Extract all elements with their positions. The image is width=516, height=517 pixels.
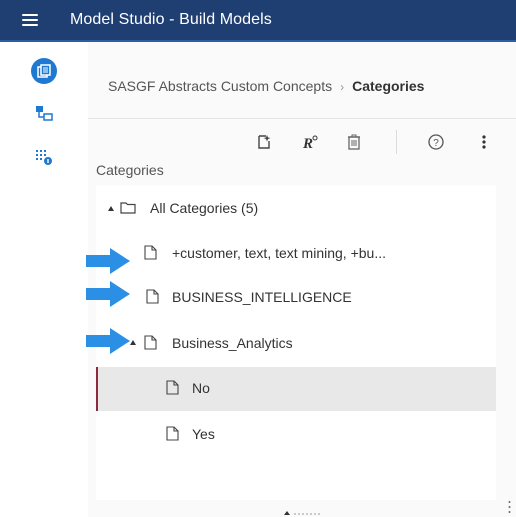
svg-text:R: R (302, 136, 313, 150)
document-icon (144, 335, 157, 350)
breadcrumb-separator: › (340, 80, 345, 94)
resize-handle-icon[interactable] (508, 500, 511, 514)
app-header: Model Studio - Build Models (0, 0, 516, 42)
document-icon (166, 380, 179, 395)
categories-panel-label: Categories (96, 162, 164, 178)
more-options-icon[interactable] (474, 132, 494, 152)
collapse-caret-icon[interactable] (108, 206, 114, 211)
tree-node-customer-text[interactable]: +customer, text, text mining, +bu... (96, 232, 496, 276)
tree-node-yes[interactable]: Yes (96, 413, 496, 457)
insights-nav-icon[interactable] (34, 148, 54, 166)
app-title: Model Studio - Build Models (70, 11, 272, 28)
arrow-annotation-icon (86, 248, 130, 274)
tree-node-business-analytics[interactable]: Business_Analytics (96, 322, 496, 366)
svg-text:?: ? (433, 138, 439, 149)
document-icon (146, 289, 159, 304)
tree-node-label: Business_Analytics (172, 335, 293, 351)
data-nav-icon[interactable] (31, 58, 57, 84)
toolbar-divider (396, 130, 397, 154)
panel-expand-handle-icon[interactable] (282, 508, 322, 516)
tree-node-label: BUSINESS_INTELLIGENCE (172, 289, 352, 305)
tree-node-business-intelligence[interactable]: BUSINESS_INTELLIGENCE (96, 276, 496, 320)
folder-icon (120, 202, 136, 214)
rename-icon[interactable]: R (300, 132, 320, 152)
delete-icon[interactable] (344, 132, 364, 152)
category-tree: All Categories (5) +customer, text, text… (96, 185, 496, 500)
breadcrumb-current: Categories (352, 78, 425, 94)
header-divider (88, 118, 516, 119)
breadcrumb-parent[interactable]: SASGF Abstracts Custom Concepts (108, 78, 332, 94)
collapse-caret-icon[interactable] (130, 340, 136, 345)
breadcrumb: SASGF Abstracts Custom Concepts › Categori… (108, 78, 424, 94)
document-icon (144, 245, 157, 260)
arrow-annotation-icon (86, 328, 130, 354)
hamburger-menu-icon[interactable] (22, 14, 38, 27)
pipelines-nav-icon[interactable] (34, 104, 54, 122)
selection-indicator (96, 367, 98, 411)
tree-node-label: Yes (192, 426, 215, 442)
tree-node-label: No (192, 380, 210, 396)
tree-node-label: +customer, text, text mining, +bu... (172, 245, 386, 261)
document-icon (166, 426, 179, 441)
tree-node-label: All Categories (5) (150, 200, 259, 216)
arrow-annotation-icon (86, 281, 130, 307)
tree-node-all-categories[interactable]: All Categories (5) (96, 187, 496, 231)
help-icon[interactable]: ? (426, 132, 446, 152)
new-category-icon[interactable] (254, 132, 274, 152)
tree-node-no[interactable]: No (96, 367, 496, 411)
